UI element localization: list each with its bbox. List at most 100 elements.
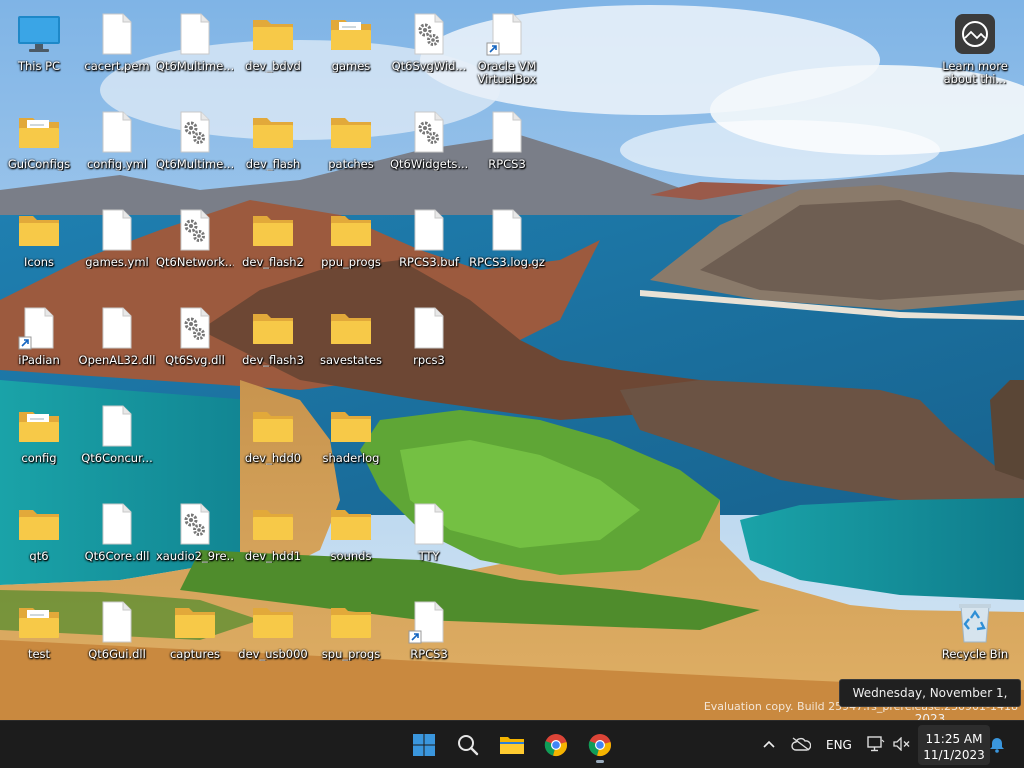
- desktop-icon[interactable]: captures: [156, 592, 234, 684]
- folder-icon: [327, 402, 375, 450]
- search-button[interactable]: [448, 725, 488, 765]
- desktop-icon[interactable]: Oracle VM VirtualBox: [468, 4, 546, 96]
- desktop-icon[interactable]: patches: [312, 102, 390, 194]
- desktop-icon[interactable]: OpenAL32.dll: [78, 298, 156, 390]
- desktop-icon[interactable]: TTY: [390, 494, 468, 586]
- desktop-icon[interactable]: RPCS3: [390, 592, 468, 684]
- desktop-icon[interactable]: Recycle Bin: [936, 592, 1014, 684]
- show-hidden-icons-button[interactable]: [758, 733, 780, 755]
- shortcut-file-icon: [405, 598, 453, 646]
- desktop-icon[interactable]: savestates: [312, 298, 390, 390]
- desktop-icon-label: RPCS3.log.gz: [469, 256, 545, 269]
- folder-icon: [327, 206, 375, 254]
- desktop-icon-label: games.yml: [85, 256, 149, 269]
- shortcut-file-icon: [15, 304, 63, 352]
- file-explorer-button[interactable]: [492, 725, 532, 765]
- folder-icon: [249, 304, 297, 352]
- desktop-icon-label: Recycle Bin: [941, 648, 1009, 661]
- desktop-icon[interactable]: Qt6Core.dll: [78, 494, 156, 586]
- desktop-icon[interactable]: iPadian: [0, 298, 78, 390]
- desktop-icon[interactable]: config.yml: [78, 102, 156, 194]
- clock-button[interactable]: 11:25 AM 11/1/2023: [918, 725, 990, 765]
- desktop-icon-label: dev_flash3: [242, 354, 304, 367]
- desktop-icon[interactable]: config: [0, 396, 78, 488]
- file-icon: [93, 500, 141, 548]
- desktop-icon[interactable]: RPCS3.buf: [390, 200, 468, 292]
- desktop-icon[interactable]: Qt6Widgets...: [390, 102, 468, 194]
- recycle-bin-icon: [951, 598, 999, 646]
- desktop-icon[interactable]: cacert.pem: [78, 4, 156, 96]
- start-button[interactable]: [404, 725, 444, 765]
- file-icon: [171, 10, 219, 58]
- volume-muted-icon: [893, 737, 910, 751]
- desktop-icon[interactable]: dev_flash3: [234, 298, 312, 390]
- chrome-button[interactable]: [536, 725, 576, 765]
- desktop-icon[interactable]: Qt6Gui.dll: [78, 592, 156, 684]
- file-icon: [483, 108, 531, 156]
- desktop-icon[interactable]: dev_hdd0: [234, 396, 312, 488]
- desktop-icon-label: TTY: [418, 550, 440, 563]
- file-icon: [405, 304, 453, 352]
- network-button[interactable]: [864, 733, 888, 755]
- desktop-icon-label: Icons: [23, 256, 55, 269]
- desktop-icon[interactable]: shaderlog: [312, 396, 390, 488]
- desktop-icon-label: Qt6Svg.dll: [165, 354, 225, 367]
- desktop-icon[interactable]: Qt6SvgWid...: [390, 4, 468, 96]
- file-icon: [93, 304, 141, 352]
- desktop-icon-label: qt6: [29, 550, 49, 563]
- folder-icon: [15, 108, 63, 156]
- desktop-icon[interactable]: dev_bdvd: [234, 4, 312, 96]
- desktop-icon[interactable]: test: [0, 592, 78, 684]
- desktop-icon-label: Learn more about thi...: [942, 60, 1008, 86]
- desktop-icon-label: test: [27, 648, 51, 661]
- desktop-icon[interactable]: sounds: [312, 494, 390, 586]
- bell-icon: [990, 738, 1004, 753]
- desktop-icon[interactable]: Qt6Concur...: [78, 396, 156, 488]
- desktop-icon-label: dev_hdd1: [244, 550, 302, 563]
- file-icon: [93, 206, 141, 254]
- desktop-icon[interactable]: dev_flash2: [234, 200, 312, 292]
- volume-button[interactable]: [890, 733, 914, 755]
- folder-icon: [249, 108, 297, 156]
- folder-icon: [249, 598, 297, 646]
- desktop-icon[interactable]: dev_hdd1: [234, 494, 312, 586]
- desktop-icon[interactable]: Qt6Network...: [156, 200, 234, 292]
- desktop-icon-label: spu_progs: [321, 648, 381, 661]
- folder-icon: [15, 402, 63, 450]
- desktop-icon[interactable]: ppu_progs: [312, 200, 390, 292]
- desktop-icon[interactable]: RPCS3: [468, 102, 546, 194]
- desktop-icon[interactable]: Qt6Svg.dll: [156, 298, 234, 390]
- folder-icon: [15, 206, 63, 254]
- folder-icon: [327, 598, 375, 646]
- desktop-icon-label: xaudio2_9re...: [156, 550, 234, 563]
- desktop-icon[interactable]: spu_progs: [312, 592, 390, 684]
- desktop-icon[interactable]: RPCS3.log.gz: [468, 200, 546, 292]
- desktop-icon-label: OpenAL32.dll: [78, 354, 156, 367]
- language-indicator[interactable]: ENG: [826, 738, 852, 752]
- desktop-icon[interactable]: qt6: [0, 494, 78, 586]
- desktop-icon-label: iPadian: [18, 354, 60, 367]
- settings-file-icon: [405, 108, 453, 156]
- desktop-icon[interactable]: dev_flash: [234, 102, 312, 194]
- chrome-button-2[interactable]: [580, 725, 620, 765]
- desktop-icon[interactable]: xaudio2_9re...: [156, 494, 234, 586]
- desktop-icon[interactable]: games.yml: [78, 200, 156, 292]
- onedrive-button[interactable]: [789, 733, 813, 755]
- file-icon: [405, 206, 453, 254]
- desktop-icon-label: dev_flash: [245, 158, 301, 171]
- folder-icon: [327, 304, 375, 352]
- desktop-icon[interactable]: Icons: [0, 200, 78, 292]
- windows-logo-icon: [413, 734, 435, 756]
- desktop-icon[interactable]: This PC: [0, 4, 78, 96]
- desktop-icon[interactable]: games: [312, 4, 390, 96]
- desktop-icon[interactable]: GuiConfigs: [0, 102, 78, 194]
- desktop-icon-label: RPCS3: [410, 648, 448, 661]
- desktop-icon[interactable]: Learn more about thi...: [936, 4, 1014, 96]
- clock-time: 11:25 AM: [925, 732, 983, 746]
- desktop-icon[interactable]: Qt6Multime...: [156, 4, 234, 96]
- desktop-icon[interactable]: Qt6Multime...: [156, 102, 234, 194]
- desktop-icon[interactable]: dev_usb000: [234, 592, 312, 684]
- notifications-button[interactable]: [986, 733, 1008, 755]
- desktop-icon[interactable]: rpcs3: [390, 298, 468, 390]
- desktop-icon-label: rpcs3: [413, 354, 445, 367]
